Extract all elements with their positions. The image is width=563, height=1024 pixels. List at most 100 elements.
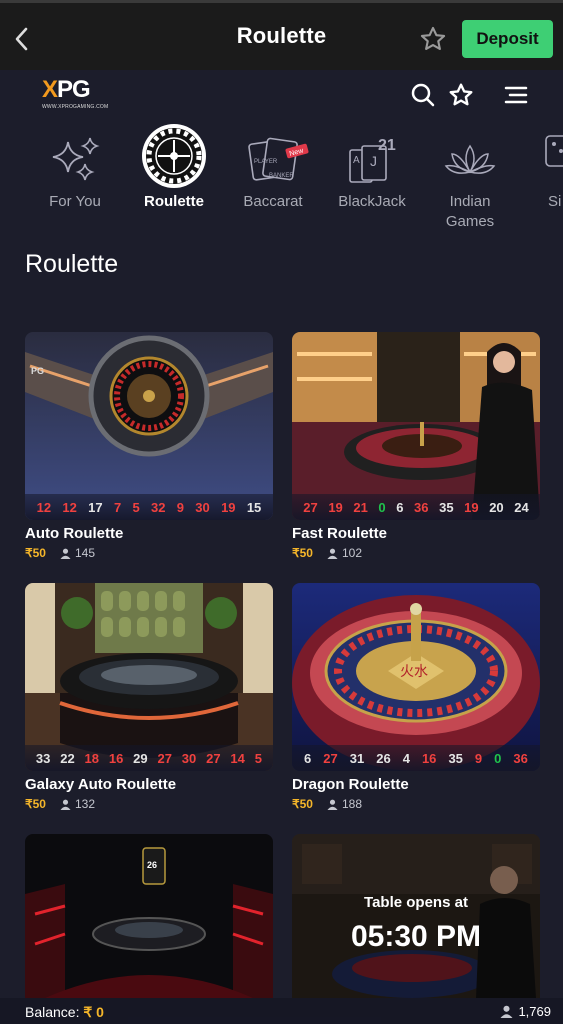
dragon-roulette-thumbnail: ⽕⽔	[292, 583, 540, 771]
section-title: Roulette	[25, 250, 119, 278]
favorite-star-icon[interactable]	[419, 25, 447, 53]
dice-icon	[545, 135, 563, 167]
balance-value: ₹ 0	[83, 1004, 104, 1020]
svg-text:J: J	[370, 153, 377, 169]
result-number: 19	[328, 499, 343, 515]
xpg-logo[interactable]: XPG	[42, 76, 91, 104]
game-title[interactable]: Fast Roulette	[292, 525, 387, 542]
svg-text:PG: PG	[31, 366, 44, 376]
result-number: 32	[151, 499, 166, 515]
result-number: 0	[494, 750, 502, 766]
game-meta: ₹50 145	[25, 546, 95, 560]
logo-url: WWW.XPROGAMING.COM	[42, 104, 109, 110]
result-number: 30	[195, 499, 210, 515]
tab-for-you[interactable]: For You	[25, 122, 125, 212]
game-card-dragon-roulette[interactable]: ⽕⽔ 6 27 31 26 4 16 35 9 0 36	[292, 583, 540, 771]
result-number: 14	[230, 750, 245, 766]
baccarat-cards-icon: PLAYER BANKER New	[248, 137, 309, 181]
players-icon	[327, 548, 338, 559]
player-count: 132	[74, 797, 96, 811]
player-count: 145	[74, 546, 96, 560]
result-number: 9	[176, 499, 184, 515]
svg-text:21: 21	[378, 137, 396, 154]
galaxy-roulette-thumbnail	[25, 583, 273, 771]
results-strip: 6 27 31 26 4 16 35 9 0 36	[292, 745, 540, 771]
svg-text:A: A	[353, 155, 360, 166]
results-strip: 33 22 18 16 29 27 30 27 14 5	[25, 745, 273, 771]
result-number: 19	[221, 499, 236, 515]
svg-text:26: 26	[147, 860, 157, 870]
online-players: 1,769	[500, 1004, 551, 1019]
players-icon	[60, 799, 71, 810]
result-number: 7	[113, 499, 122, 515]
result-number: 5	[132, 499, 140, 515]
tab-roulette[interactable]: Roulette	[124, 122, 224, 212]
players-icon	[60, 548, 71, 559]
result-number: 5	[254, 750, 262, 766]
result-number: 17	[88, 499, 103, 515]
game-meta: ₹50 132	[25, 797, 95, 811]
result-number: 4	[402, 750, 410, 766]
result-number: 26	[376, 750, 391, 766]
min-bet: ₹50	[292, 546, 313, 560]
result-number: 20	[489, 499, 504, 515]
result-number: 33	[35, 750, 51, 766]
game-card-red-studio[interactable]: 26	[25, 834, 273, 998]
tab-blackjack[interactable]: A J 21 BlackJack	[322, 122, 422, 212]
result-number: 15	[246, 499, 262, 515]
result-number: 36	[414, 499, 429, 515]
closed-table-thumbnail	[292, 834, 540, 998]
result-number: 35	[448, 750, 463, 766]
result-number: 21	[353, 499, 368, 515]
favorites-star-icon[interactable]	[448, 82, 474, 108]
tab-indian-games[interactable]: Indian Games	[420, 122, 520, 232]
results-strip: 12 12 17 7 5 32 9 30 19 15	[25, 494, 273, 520]
tab-si[interactable]: Si	[518, 122, 563, 212]
menu-icon[interactable]	[503, 82, 529, 108]
game-title[interactable]: Dragon Roulette	[292, 776, 409, 793]
result-number: 18	[84, 750, 100, 766]
roulette-wheel-icon	[142, 124, 206, 188]
svg-text:BANKER: BANKER	[269, 173, 294, 179]
player-count: 102	[341, 546, 363, 560]
fast-roulette-thumbnail	[292, 332, 540, 520]
result-number: 31	[349, 750, 365, 766]
result-number: 36	[513, 750, 528, 766]
game-title[interactable]: Auto Roulette	[25, 525, 123, 542]
result-number: 12	[62, 499, 77, 515]
min-bet: ₹50	[292, 797, 313, 811]
result-number: 9	[474, 750, 483, 766]
svg-text:⽕⽔: ⽕⽔	[400, 664, 428, 680]
result-number: 35	[439, 499, 454, 515]
result-number: 30	[181, 750, 197, 766]
table-opens-time: 05:30 PM	[350, 920, 482, 953]
users-icon	[500, 1005, 513, 1018]
search-icon[interactable]	[410, 82, 436, 108]
game-title[interactable]: Galaxy Auto Roulette	[25, 776, 176, 793]
result-number: 6	[396, 499, 404, 515]
svg-text:PLAYER: PLAYER	[254, 159, 278, 165]
deposit-button[interactable]: Deposit	[462, 20, 553, 58]
result-number: 27	[206, 750, 221, 766]
player-count: 188	[341, 797, 363, 811]
blackjack-cards-icon: A J 21	[349, 137, 396, 183]
game-card-galaxy-auto-roulette[interactable]: 33 22 18 16 29 27 30 27 14 5	[25, 583, 273, 771]
result-number: 24	[514, 499, 529, 515]
lotus-icon	[444, 144, 496, 174]
result-number: 27	[303, 499, 318, 515]
result-number: 27	[323, 750, 338, 766]
game-card-auto-roulette[interactable]: PG 12 12 17 7 5 32 9 30 19 15	[25, 332, 273, 520]
game-card-fast-roulette[interactable]: 27 19 21 0 6 36 35 19 20 24	[292, 332, 540, 520]
result-number: 12	[36, 499, 52, 515]
min-bet: ₹50	[25, 797, 46, 811]
result-number: 0	[378, 499, 386, 515]
tab-baccarat[interactable]: PLAYER BANKER New Baccarat	[223, 122, 323, 212]
balance-label: Balance:	[25, 1004, 80, 1020]
red-studio-thumbnail: 26	[25, 834, 273, 998]
game-card-closed-table[interactable]: Table opens at 05:30 PM	[292, 834, 540, 998]
players-icon	[327, 799, 338, 810]
result-number: 6	[304, 750, 312, 766]
result-number: 16	[108, 750, 124, 766]
sparkles-icon	[52, 137, 100, 181]
game-meta: ₹50 188	[292, 797, 362, 811]
